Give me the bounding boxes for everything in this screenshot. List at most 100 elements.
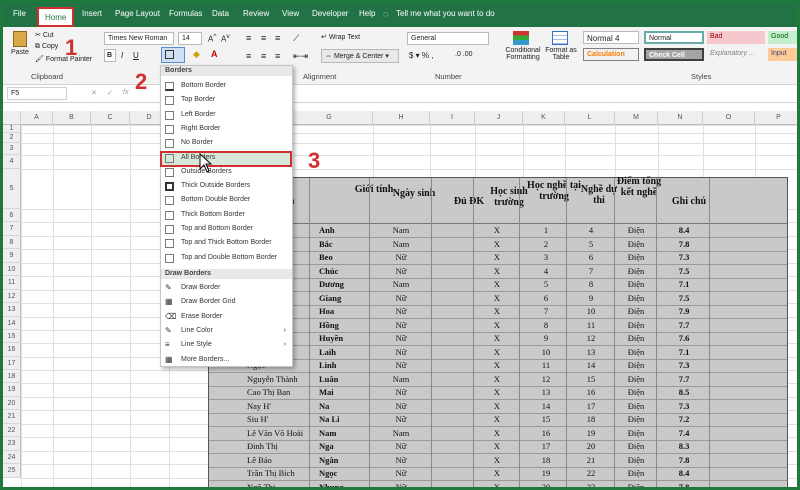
table-cell[interactable]: 7.2 [659,414,709,424]
table-cell[interactable]: Điện [611,387,661,397]
draw-border-menu-item[interactable]: ✎ Draw Border [161,281,292,295]
column-header[interactable]: A [21,111,53,125]
row-header[interactable]: 16 [3,343,21,357]
merge-center-button[interactable]: ⇔ Merge & Center ▾ [321,49,399,63]
table-cell[interactable]: Nữ [376,387,426,397]
table-cell[interactable]: 7.8 [659,239,709,249]
row-header[interactable]: 7 [3,222,21,236]
paste-button[interactable]: Paste [11,49,29,56]
row-header[interactable]: 12 [3,290,21,303]
table-cell[interactable]: 11 [521,360,571,370]
table-cell[interactable]: 7 [566,266,616,276]
border-menu-item[interactable]: Bottom Border [161,79,292,93]
table-cell[interactable]: 11 [566,320,616,330]
style-calculation[interactable]: Calculation [583,48,639,61]
align-bottom-icon[interactable]: ≡ [275,33,280,43]
table-cell[interactable]: Điện [611,293,661,303]
table-cell[interactable]: X [472,374,522,384]
table-cell[interactable]: 10 [566,306,616,316]
table-cell[interactable]: 8.5 [659,387,709,397]
table-cell[interactable]: Điện [611,374,661,384]
column-header[interactable]: C [91,111,130,125]
style-bad[interactable]: Bad [707,31,765,44]
table-cell[interactable]: 23 [566,482,616,488]
table-cell[interactable]: X [472,320,522,330]
table-cell[interactable]: Trần Thị Bích [247,468,295,478]
table-cell[interactable]: Nữ [376,401,426,411]
table-cell[interactable]: X [472,455,522,465]
table-cell[interactable]: X [472,468,522,478]
table-cell[interactable]: X [472,225,522,235]
table-cell[interactable]: 9 [521,333,571,343]
table-cell[interactable]: Điện [611,455,661,465]
currency-icon[interactable]: $ ▾ % , [409,51,433,60]
table-cell[interactable]: Nữ [376,468,426,478]
row-header[interactable]: 8 [3,236,21,249]
table-cell[interactable]: Na [319,401,329,411]
table-cell[interactable]: Nam [376,279,426,289]
table-cell[interactable]: Hoa [319,306,334,316]
table-cell[interactable]: Điện [611,266,661,276]
align-left-icon[interactable]: ≡ [246,51,251,61]
table-cell[interactable]: Nam [376,239,426,249]
table-cell[interactable]: 3 [521,252,571,262]
row-header[interactable]: 18 [3,370,21,383]
style-check-cell[interactable]: Check Cell [644,48,704,61]
border-menu-item[interactable]: Top Border [161,93,292,107]
table-cell[interactable]: Beo [319,252,333,262]
table-cell[interactable]: Nữ [376,306,426,316]
table-cell[interactable]: Nữ [376,252,426,262]
font-size-box[interactable]: 14 [178,32,202,45]
table-cell[interactable]: 13 [566,347,616,357]
table-cell[interactable]: X [472,360,522,370]
italic-button[interactable]: I [121,51,123,60]
style-input[interactable]: Input [768,48,797,61]
draw-border-menu-item[interactable]: ▦ More Borders... [161,353,292,367]
tab-help[interactable]: Help [359,9,375,18]
table-cell[interactable]: X [472,266,522,276]
table-cell[interactable]: Nhung [319,482,344,488]
table-cell[interactable]: Điện [611,279,661,289]
table-cell[interactable]: Na Li [319,414,340,424]
table-cell[interactable]: 7.3 [659,360,709,370]
table-cell[interactable]: Ngọc [319,468,337,478]
paste-icon[interactable] [13,31,27,47]
table-cell[interactable]: 4 [521,266,571,276]
table-cell[interactable]: 18 [566,414,616,424]
table-cell[interactable]: 8.4 [659,225,709,235]
table-cell[interactable]: Ngân [319,455,338,465]
table-cell[interactable]: Nam [319,428,336,438]
copy-button[interactable]: ⧉ Copy [35,43,58,51]
table-cell[interactable]: 16 [521,428,571,438]
draw-border-menu-item[interactable]: ⌫ Erase Border [161,310,292,324]
column-header[interactable]: K [523,111,565,125]
border-menu-item[interactable]: Top and Bottom Border [161,222,292,236]
row-header[interactable]: 25 [3,464,21,478]
underline-button[interactable]: U [133,51,139,60]
table-cell[interactable]: Điện [611,441,661,451]
table-cell[interactable]: 22 [566,468,616,478]
table-cell[interactable]: Linh [319,360,337,370]
function-icon[interactable]: fx [123,89,128,96]
decimal-icon[interactable]: .0 .00 [455,51,473,58]
table-cell[interactable]: 7.3 [659,401,709,411]
column-header[interactable]: M [615,111,658,125]
table-cell[interactable]: 7.1 [659,279,709,289]
row-header[interactable]: 11 [3,276,21,290]
column-header[interactable]: L [565,111,615,125]
table-cell[interactable]: 6 [521,293,571,303]
table-cell[interactable]: Điện [611,306,661,316]
table-cell[interactable]: Điện [611,239,661,249]
cut-button[interactable]: ✂ Cut [35,31,54,39]
row-header[interactable]: 13 [3,303,21,317]
table-cell[interactable]: 5 [521,279,571,289]
select-all-corner[interactable] [3,111,21,125]
conditional-formatting-button[interactable]: Conditional Formatting [501,47,545,61]
align-top-icon[interactable]: ≡ [246,33,251,43]
table-cell[interactable]: Nữ [376,441,426,451]
table-cell[interactable]: Điện [611,482,661,488]
row-header[interactable]: 5 [3,169,21,209]
table-cell[interactable]: 18 [521,455,571,465]
draw-border-menu-item[interactable]: ≡ Line Style › [161,338,292,352]
table-cell[interactable]: Hồng [319,320,339,330]
